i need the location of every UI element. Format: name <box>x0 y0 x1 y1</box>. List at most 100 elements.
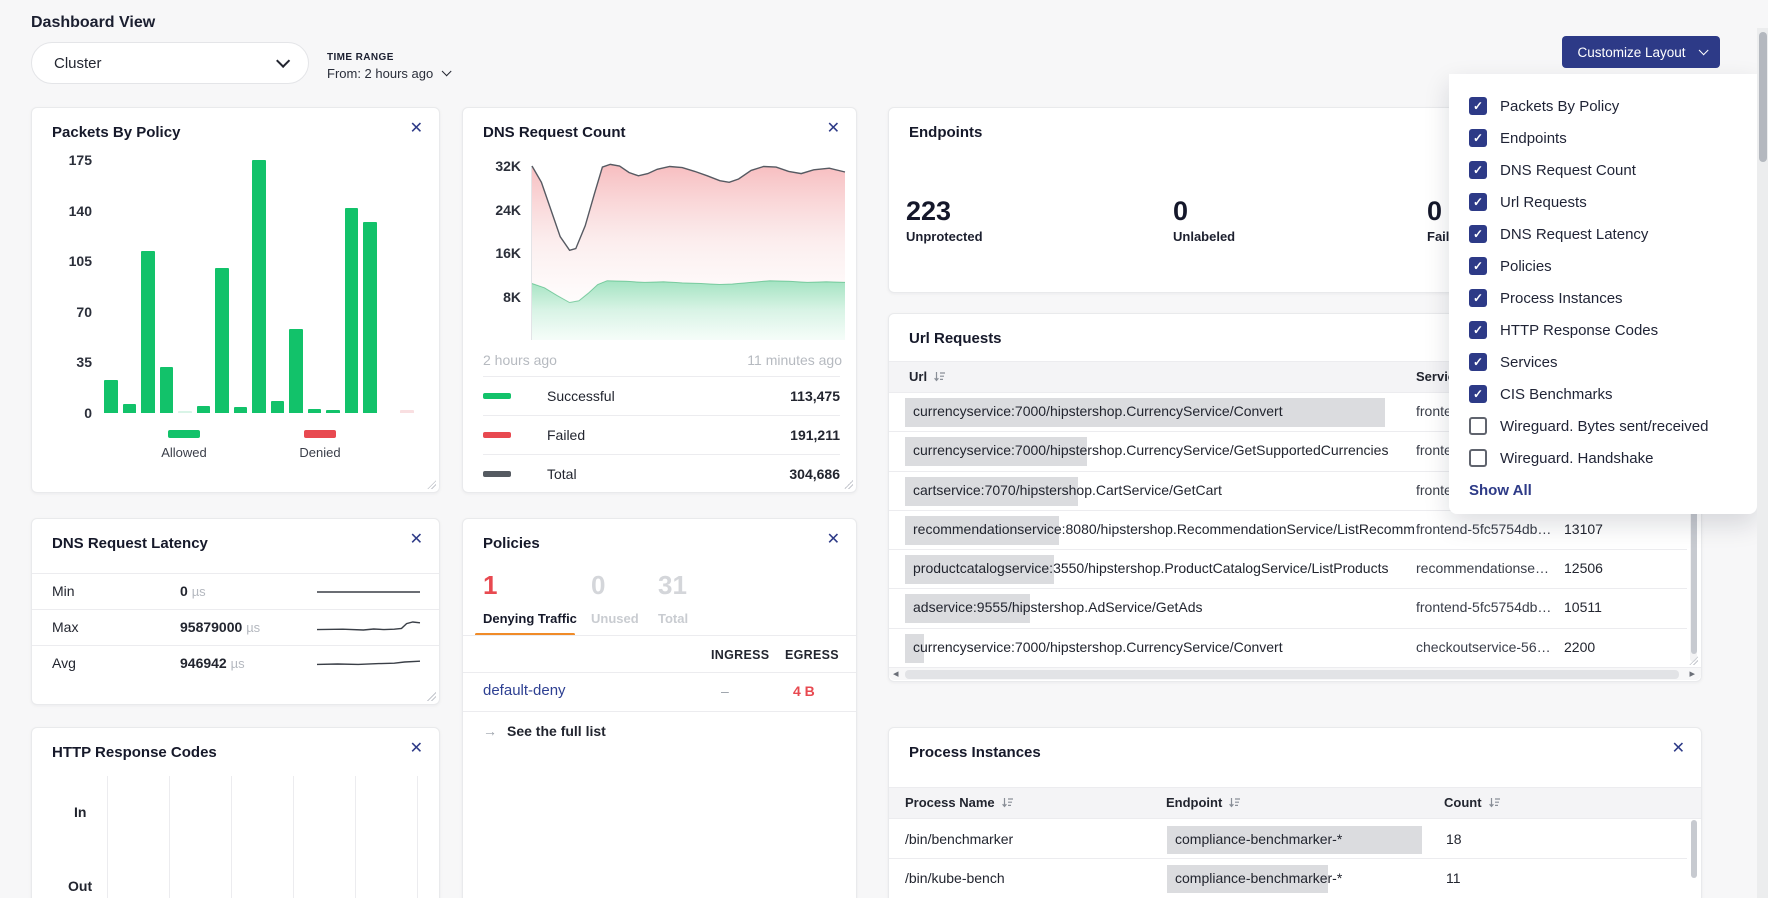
bar-allowed <box>141 251 155 413</box>
close-icon[interactable]: ✕ <box>410 532 423 548</box>
bar-allowed <box>289 329 303 413</box>
policies-tab-total[interactable]: Total <box>658 611 688 626</box>
y-tick-label: 8K <box>463 289 521 305</box>
panel-title: Endpoints <box>909 124 982 141</box>
scrollbar-thumb[interactable] <box>1691 820 1697 878</box>
policy-link[interactable]: default-deny <box>483 682 566 699</box>
resize-handle[interactable] <box>1689 656 1698 665</box>
column-header-endpoint[interactable]: Endpoint <box>1166 795 1241 810</box>
divider <box>463 672 856 673</box>
vertical-scrollbar[interactable] <box>1690 820 1697 898</box>
close-icon[interactable]: ✕ <box>827 532 840 548</box>
checkbox-checked-icon[interactable]: ✓ <box>1469 97 1487 115</box>
resize-handle[interactable] <box>427 692 436 701</box>
bar-allowed <box>234 407 248 413</box>
close-icon[interactable]: ✕ <box>410 121 423 137</box>
menu-item-http-response-codes[interactable]: ✓ HTTP Response Codes <box>1469 314 1737 346</box>
table-row: adservice:9555/hipstershop.AdService/Get… <box>889 589 1687 628</box>
scroll-left-icon[interactable]: ◂ <box>893 668 899 681</box>
menu-item-services[interactable]: ✓Services <box>1469 346 1737 378</box>
legend-value: 113,475 <box>790 388 840 404</box>
scrollbar-thumb[interactable] <box>905 670 1679 679</box>
scroll-right-icon[interactable]: ▸ <box>1689 668 1695 681</box>
legend-label: Total <box>547 466 577 482</box>
policies-tab-unused[interactable]: Unused <box>591 611 639 626</box>
see-full-list-link[interactable]: →See the full list <box>483 723 606 739</box>
menu-item-endpoints[interactable]: ✓Endpoints <box>1469 122 1737 154</box>
checkbox-checked-icon[interactable]: ✓ <box>1469 257 1487 275</box>
close-icon[interactable]: ✕ <box>827 121 840 137</box>
checkbox-unchecked-icon[interactable] <box>1469 449 1487 467</box>
menu-item-dns-request-latency[interactable]: ✓DNS Request Latency <box>1469 218 1737 250</box>
menu-item-policies[interactable]: ✓Policies <box>1469 250 1737 282</box>
stat-value: 0 <box>1173 196 1235 226</box>
menu-item-label: Wireguard. Handshake <box>1500 450 1653 467</box>
resize-handle[interactable] <box>427 480 436 489</box>
panel-title: Policies <box>483 535 540 552</box>
panel-title: HTTP Response Codes <box>52 744 217 761</box>
chevron-down-icon <box>1698 45 1708 55</box>
view-selector[interactable]: Cluster <box>31 42 309 84</box>
checkbox-checked-icon[interactable]: ✓ <box>1469 353 1487 371</box>
column-header-process-name[interactable]: Process Name <box>905 795 1014 810</box>
count-cell: 2200 <box>1564 639 1595 655</box>
x-label-start: 2 hours ago <box>483 352 557 368</box>
checkbox-checked-icon[interactable]: ✓ <box>1469 321 1487 339</box>
sort-icon[interactable] <box>1228 796 1241 809</box>
menu-item-wireguard-handshake[interactable]: Wireguard. Handshake <box>1469 442 1737 474</box>
horizontal-scrollbar[interactable]: ◂ ▸ <box>889 667 1701 680</box>
panel-http-response-codes: HTTP Response Codes ✕ InOut <box>31 727 440 898</box>
column-header-count[interactable]: Count <box>1444 795 1501 810</box>
sort-icon[interactable] <box>933 370 946 383</box>
menu-item-process-instances[interactable]: ✓ Process Instances <box>1469 282 1737 314</box>
y-tick-label: 24K <box>463 202 521 218</box>
customize-layout-menu: ✓Packets By Policy✓Endpoints✓DNS Request… <box>1449 74 1757 514</box>
menu-item-cis-benchmarks[interactable]: ✓ CIS Benchmarks <box>1469 378 1737 410</box>
close-icon[interactable]: ✕ <box>410 741 423 757</box>
sort-icon[interactable] <box>1488 796 1501 809</box>
checkbox-checked-icon[interactable]: ✓ <box>1469 193 1487 211</box>
packets-y-axis: 03570105140175 <box>32 160 92 413</box>
menu-item-wireguard-bytes-sent-received[interactable]: Wireguard. Bytes sent/received <box>1469 410 1737 442</box>
panel-dns-request-count: DNS Request Count ✕ 32K24K16K8K 2 hours … <box>462 107 857 493</box>
menu-item-label: CIS Benchmarks <box>1500 386 1613 403</box>
gridline <box>231 776 232 898</box>
column-header-ingress: INGRESS <box>711 648 769 662</box>
legend-swatch <box>483 393 511 399</box>
checkbox-checked-icon[interactable]: ✓ <box>1469 129 1487 147</box>
legend-swatch <box>483 471 511 477</box>
menu-item-dns-request-count[interactable]: ✓DNS Request Count <box>1469 154 1737 186</box>
menu-item-packets-by-policy[interactable]: ✓Packets By Policy <box>1469 90 1737 122</box>
close-icon[interactable]: ✕ <box>1672 741 1685 757</box>
scrollbar-thumb[interactable] <box>1691 504 1697 654</box>
latency-unit: µs <box>231 656 245 671</box>
checkbox-unchecked-icon[interactable] <box>1469 417 1487 435</box>
dns-y-axis: 32K24K16K8K <box>463 166 521 340</box>
column-header-url[interactable]: Url <box>909 369 946 384</box>
legend-row-successful: Successful113,475 <box>483 376 840 415</box>
menu-item-label: HTTP Response Codes <box>1500 322 1658 339</box>
show-all-link[interactable]: Show All <box>1469 482 1737 499</box>
policies-tab-denying-traffic[interactable]: Denying Traffic <box>483 611 577 626</box>
checkbox-checked-icon[interactable]: ✓ <box>1469 289 1487 307</box>
checkbox-checked-icon[interactable]: ✓ <box>1469 385 1487 403</box>
latency-label: Min <box>52 583 75 599</box>
table-row: /bin/benchmarkercompliance-benchmarker-*… <box>889 820 1687 859</box>
checkbox-checked-icon[interactable]: ✓ <box>1469 225 1487 243</box>
resize-handle[interactable] <box>844 480 853 489</box>
stat-label: Unprotected <box>906 229 983 244</box>
checkbox-checked-icon[interactable]: ✓ <box>1469 161 1487 179</box>
column-header-label: Process Name <box>905 795 995 810</box>
menu-item-url-requests[interactable]: ✓Url Requests <box>1469 186 1737 218</box>
panel-title: Url Requests <box>909 330 1002 347</box>
time-range-control[interactable]: TIME RANGE From: 2 hours ago <box>327 52 448 81</box>
customize-layout-button[interactable]: Customize Layout <box>1562 36 1720 68</box>
page-scrollbar[interactable] <box>1757 28 1768 898</box>
page-scrollbar-thumb[interactable] <box>1759 32 1767 162</box>
menu-item-label: Process Instances <box>1500 290 1623 307</box>
service-cell: frontend-5fc5754db… <box>1416 521 1551 537</box>
sort-icon[interactable] <box>1001 796 1014 809</box>
y-tick-label: 175 <box>32 152 92 168</box>
panel-dns-request-latency: DNS Request Latency ✕ Min0 µsMax95879000… <box>31 518 440 705</box>
column-header-label: Count <box>1444 795 1482 810</box>
